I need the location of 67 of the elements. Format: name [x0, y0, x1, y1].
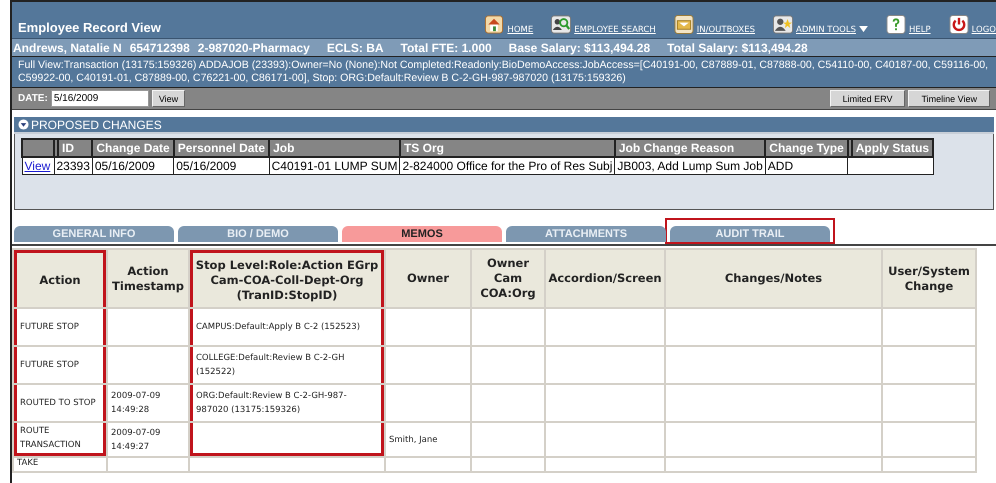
- table-cell: 2-824000 Office for the Pro of Res Subj: [400, 157, 615, 174]
- date-field[interactable]: 5/16/2009: [50, 90, 149, 107]
- toolbar-button[interactable]: Timeline View: [908, 90, 990, 107]
- column-header: Stop Level:Role:Action EGrp Cam-COA-Coll-Dept-Org (TranID:StopID): [190, 250, 384, 307]
- tab[interactable]: AUDIT TRAIL: [670, 226, 830, 242]
- employee-info: 2-987020-Pharmacy: [198, 40, 310, 54]
- view-button[interactable]: View: [152, 90, 186, 107]
- column-header: User/System Change: [883, 250, 975, 307]
- nav-link[interactable]: HELP: [886, 15, 931, 35]
- tab[interactable]: BIO / DEMO: [178, 226, 338, 242]
- nav-link[interactable]: ADMIN TOOLS: [773, 15, 868, 35]
- table-cell: ADD: [765, 157, 848, 174]
- column-header: ID: [58, 139, 92, 157]
- table-cell: JB003, Add Lump Sum Job: [614, 157, 766, 174]
- page-title: Employee Record View: [18, 20, 161, 35]
- column-header: Apply Status: [852, 139, 934, 157]
- table-cell: FUTURE STOP: [20, 360, 79, 370]
- nav-link[interactable]: EMPLOYEE SEARCH: [551, 15, 656, 35]
- column-header: Accordion/Screen: [546, 250, 664, 307]
- table-cell: COLLEGE:Default:Review B C-2-GH (152522): [196, 353, 345, 377]
- table-cell: CAMPUS:Default:Apply B C-2 (152523): [196, 322, 360, 332]
- nav-link[interactable]: HOME: [484, 15, 534, 35]
- column-header: Job: [269, 139, 400, 157]
- column-header: Changes/Notes: [666, 250, 881, 307]
- table-cell: ROUTE TRANSACTION: [20, 426, 81, 450]
- people-search-icon: [551, 15, 572, 34]
- folder-icon: [674, 15, 694, 34]
- column-header: Change Type: [765, 139, 848, 157]
- column-header: TS Org: [400, 139, 615, 157]
- help-icon: [886, 15, 906, 34]
- table-cell: 05/16/2009: [92, 157, 174, 174]
- caret-icon: [858, 26, 868, 33]
- column-header: Action Timestamp: [108, 250, 188, 307]
- full-view-text: Full View:Transaction (13175:159326) ADDAJOB (23393):Owner=No (None):Not Completed:Readonly:BioDemoAccess:JobAccess=[C40191-00, C87889-01, C87888-00, C54110-00, C40187-00, C59116-00, C59922-00, C40191-01, C87889-00, C76221-00, C86171-00], Stop: ORG:Default:Review B C-2-GH-987-987020 (13175:159326): [18, 59, 990, 85]
- column-header: Personnel Date: [174, 139, 270, 157]
- section-title: PROPOSED CHANGES: [31, 118, 162, 132]
- table-cell: C40191-01 LUMP SUM: [269, 157, 400, 174]
- toolbar-button[interactable]: Limited ERV: [830, 90, 906, 107]
- table-cell: 23393: [54, 157, 92, 174]
- column-header: Action: [14, 250, 106, 307]
- column-header: Owner: [386, 250, 470, 307]
- table-cell: 2009-07-09 14:49:27: [111, 428, 160, 452]
- house-icon: [484, 15, 504, 34]
- employee-info: Total FTE: 1.000: [400, 40, 492, 54]
- tab[interactable]: MEMOS: [342, 226, 502, 242]
- date-label: DATE:: [18, 93, 48, 104]
- table-cell: FUTURE STOP: [20, 322, 79, 332]
- table-cell: 05/16/2009: [174, 157, 270, 174]
- table-cell: ORG:Default:Review B C-2-GH-987-987020 (13175:159326): [196, 391, 347, 415]
- table-cell: ROUTED TO STOP: [20, 398, 96, 408]
- employee-info: Total Salary: $113,494.28: [667, 40, 808, 54]
- nav-link[interactable]: LOGO: [948, 15, 996, 35]
- table-cell: TAKE: [17, 458, 38, 468]
- column-header: Change Date: [92, 139, 174, 157]
- employee-info: ECLS: BA: [326, 40, 384, 54]
- employee-info: Base Salary: $113,494.28: [508, 40, 650, 54]
- tab[interactable]: ATTACHMENTS: [506, 226, 666, 242]
- tab[interactable]: GENERAL INFO: [14, 226, 174, 242]
- column-header: Owner Cam COA:Org: [472, 250, 544, 307]
- power-icon: [948, 15, 969, 34]
- table-cell: Smith, Jane: [389, 434, 438, 444]
- employee-info: Andrews, Natalie N: [13, 40, 122, 54]
- section-header[interactable]: PROPOSED CHANGES: [14, 117, 994, 134]
- employee-info: 654712398: [130, 40, 190, 54]
- table-cell: 2009-07-09 14:49:28: [111, 391, 160, 415]
- column-header: Job Change Reason: [614, 139, 766, 157]
- nav-link[interactable]: IN/OUTBOXES: [674, 15, 755, 35]
